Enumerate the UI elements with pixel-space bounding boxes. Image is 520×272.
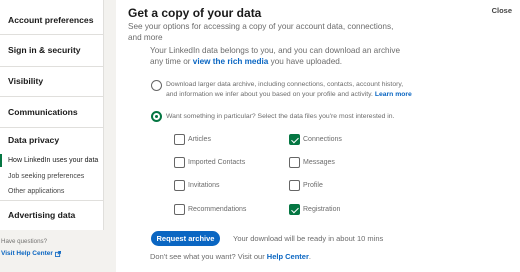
nav-sub-how-linkedin-uses-data[interactable]: How LinkedIn uses your data — [0, 154, 104, 167]
radio-partial-archive[interactable] — [151, 111, 162, 122]
checkbox-label-registration: Registration — [303, 206, 341, 213]
checkbox-label-recommendations: Recommendations — [188, 206, 247, 213]
nav-sign-in-security[interactable]: Sign in & security — [0, 35, 104, 66]
footer-prefix: Don't see what you want? Visit our — [150, 252, 267, 261]
page-title: Get a copy of your data — [128, 6, 262, 20]
checkbox-imported-contacts[interactable] — [174, 157, 185, 168]
checkbox-messages[interactable] — [289, 157, 300, 168]
help-center-link[interactable]: Visit Help Center — [1, 250, 61, 257]
checkbox-label-articles: Articles — [188, 136, 211, 143]
page-subtitle: See your options for accessing a copy of… — [128, 22, 394, 42]
learn-more-link[interactable]: Learn more — [375, 91, 412, 98]
help-center-link-label: Visit Help Center — [1, 250, 53, 257]
checkbox-recommendations[interactable] — [174, 204, 185, 215]
option-partial-archive-text: Want something in particular? Select the… — [166, 113, 395, 120]
footer-suffix: . — [308, 252, 311, 261]
option-full-archive-label: Download larger data archive, including … — [166, 81, 404, 98]
checkbox-label-profile: Profile — [303, 182, 323, 189]
help-question: Have questions? — [1, 238, 48, 245]
close-button[interactable]: Close — [492, 6, 512, 15]
help-center-footer-link[interactable]: Help Center — [267, 252, 309, 261]
external-link-icon — [54, 250, 61, 257]
nav-sub-other-applications[interactable]: Other applications — [0, 185, 104, 198]
option-full-archive-text: Download larger data archive, including … — [166, 80, 416, 99]
footer-text: Don't see what you want? Visit our Help … — [150, 252, 311, 261]
checkbox-articles[interactable] — [174, 134, 185, 145]
nav-visibility[interactable]: Visibility — [0, 67, 104, 96]
intro-suffix: you have uploaded. — [268, 57, 343, 66]
download-ready-text: Your download will be ready in about 10 … — [233, 234, 384, 243]
nav-sub-job-seeking-preferences[interactable]: Job seeking preferences — [0, 170, 104, 183]
nav-advertising-data[interactable]: Advertising data — [0, 201, 104, 230]
checkbox-label-imported-contacts: Imported Contacts — [188, 159, 246, 166]
checkbox-label-messages: Messages — [303, 159, 335, 166]
request-archive-button[interactable]: Request archive — [151, 231, 220, 246]
checkbox-label-invitations: Invitations — [188, 182, 220, 189]
nav-divider — [0, 127, 104, 128]
data-download-panel: Get a copy of your data Close See your o… — [116, 0, 520, 272]
checkbox-profile[interactable] — [289, 180, 300, 191]
nav-account-preferences[interactable]: Account preferences — [0, 6, 104, 34]
settings-sidebar: Account preferences Sign in & security V… — [0, 0, 104, 230]
nav-communications[interactable]: Communications — [0, 97, 104, 127]
intro-text: Your LinkedIn data belongs to you, and y… — [150, 45, 410, 67]
checkbox-connections[interactable] — [289, 134, 300, 145]
radio-full-archive[interactable] — [151, 80, 162, 91]
checkbox-invitations[interactable] — [174, 180, 185, 191]
checkbox-label-connections: Connections — [303, 136, 342, 143]
checkbox-registration[interactable] — [289, 204, 300, 215]
view-rich-media-link[interactable]: view the rich media — [193, 57, 269, 66]
nav-data-privacy[interactable]: Data privacy — [0, 132, 104, 148]
